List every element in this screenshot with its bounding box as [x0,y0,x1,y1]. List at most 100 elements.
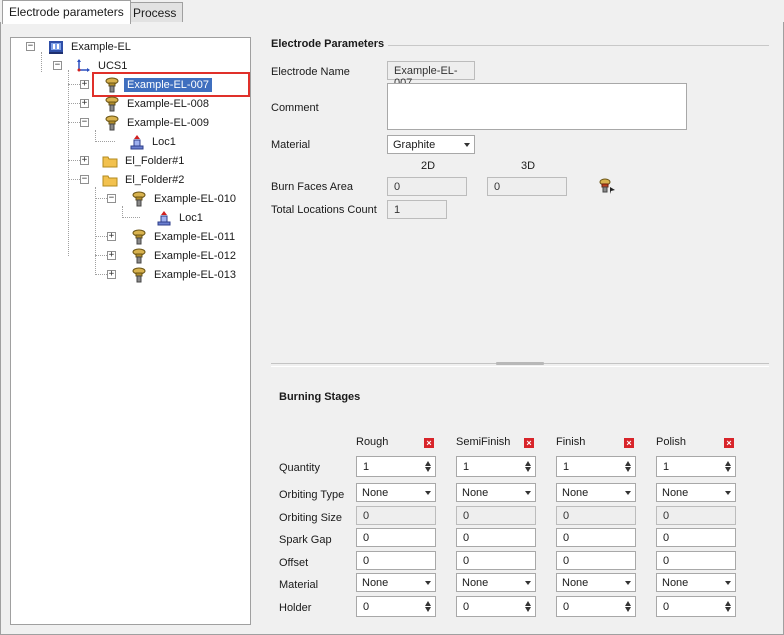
tree-item-example-el-010[interactable]: Example-EL-010 [131,190,239,208]
quantity-spinner[interactable]: 1 [356,456,436,477]
spark-gap-field[interactable]: 0 [556,528,636,547]
orbiting-size-field[interactable]: 0 [656,506,736,525]
quantity-spinner[interactable]: 1 [656,456,736,477]
location-icon [156,210,172,226]
material-select[interactable]: None [556,573,636,592]
spin-up-icon[interactable] [425,601,431,606]
spin-down-icon[interactable] [525,467,531,472]
remove-stage-icon[interactable]: × [424,438,434,448]
spin-up-icon[interactable] [525,461,531,466]
quantity-spinner[interactable]: 1 [556,456,636,477]
tree-root-label: Example-EL [71,41,131,53]
orbiting-type-label: Orbiting Type [279,489,345,501]
tree-item-label: El_Folder#2 [125,174,185,186]
tree-item-example-el-013[interactable]: Example-EL-013 [131,266,239,284]
location-icon [129,134,145,150]
quantity-spinner[interactable]: 1 [456,456,536,477]
spin-down-icon[interactable] [525,607,531,612]
electrode-icon [104,115,120,131]
tree-root[interactable]: Example-EL [48,38,134,56]
material-select[interactable]: None [356,573,436,592]
chevron-down-icon [425,491,431,495]
offset-field[interactable]: 0 [556,551,636,570]
holder-spinner[interactable]: 0 [556,596,636,617]
stage-header-finish: Finish [556,436,586,448]
spark-gap-label: Spark Gap [279,534,332,546]
expand-toggle[interactable]: + [107,232,116,241]
collapse-toggle[interactable]: − [107,194,116,203]
spin-up-icon[interactable] [425,461,431,466]
chevron-down-icon [725,491,731,495]
tree-item-example-el-008[interactable]: Example-EL-008 [104,95,212,113]
expand-toggle[interactable]: + [80,99,89,108]
spin-down-icon[interactable] [625,467,631,472]
spin-down-icon[interactable] [425,607,431,612]
remove-stage-icon[interactable]: × [724,438,734,448]
spin-up-icon[interactable] [725,601,731,606]
spark-gap-field[interactable]: 0 [456,528,536,547]
spin-down-icon[interactable] [425,467,431,472]
offset-field[interactable]: 0 [656,551,736,570]
offset-field[interactable]: 0 [456,551,536,570]
orbiting-type-select[interactable]: None [556,483,636,502]
orbiting-type-select[interactable]: None [356,483,436,502]
spin-up-icon[interactable] [625,601,631,606]
holder-spinner[interactable]: 0 [456,596,536,617]
material-select[interactable]: Graphite [387,135,475,154]
tree-item-loc1[interactable]: Loc1 [129,133,179,151]
spin-down-icon[interactable] [725,607,731,612]
tree-item-folder-1[interactable]: El_Folder#1 [102,152,187,170]
col-3d-header: 3D [521,160,536,172]
burning-stages-title: Burning Stages [279,391,365,403]
remove-stage-icon[interactable]: × [624,438,634,448]
orbiting-size-field[interactable]: 0 [356,506,436,525]
electrode-tree[interactable]: − Example-EL − UCS1 + Example-EL-007 + E… [10,37,251,625]
orbiting-size-field[interactable]: 0 [456,506,536,525]
expand-toggle[interactable]: + [107,270,116,279]
holder-spinner[interactable]: 0 [656,596,736,617]
spark-gap-field[interactable]: 0 [356,528,436,547]
orbiting-type-select[interactable]: None [656,483,736,502]
expand-toggle[interactable]: + [80,156,89,165]
tree-item-label: Example-EL-010 [154,193,236,205]
collapse-toggle[interactable]: − [80,175,89,184]
spin-up-icon[interactable] [625,461,631,466]
spin-up-icon[interactable] [525,601,531,606]
electrode-name-field[interactable]: Example-EL-007 [387,61,475,89]
material-select[interactable]: None [656,573,736,592]
tree-item-example-el-012[interactable]: Example-EL-012 [131,247,239,265]
tab-process[interactable]: Process [126,2,184,23]
tree-item-loc1[interactable]: Loc1 [156,209,206,227]
spin-down-icon[interactable] [625,607,631,612]
collapse-toggle[interactable]: − [26,42,35,51]
burn-faces-2d-field[interactable]: 0 [387,177,467,196]
tab-electrode-parameters[interactable]: Electrode parameters [2,0,131,24]
orbiting-type-select[interactable]: None [456,483,536,502]
collapse-toggle[interactable]: − [80,118,89,127]
orbiting-size-label: Orbiting Size [279,512,342,524]
tree-item-example-el-011[interactable]: Example-EL-011 [131,228,238,246]
splitter-grip[interactable] [496,362,544,365]
expand-toggle[interactable]: + [107,251,116,260]
holder-spinner[interactable]: 0 [356,596,436,617]
orbiting-type-value: None [662,487,689,499]
material-value: None [662,577,689,589]
orbiting-size-field[interactable]: 0 [556,506,636,525]
burn-faces-3d-field[interactable]: 0 [487,177,567,196]
tree-item-folder-2[interactable]: El_Folder#2 [102,171,187,189]
tree-item-example-el-009[interactable]: Example-EL-009 [104,114,212,132]
spin-up-icon[interactable] [725,461,731,466]
spin-down-icon[interactable] [725,467,731,472]
select-faces-icon[interactable] [598,178,616,194]
expand-toggle[interactable]: + [80,80,89,89]
highlight-frame [92,72,250,97]
spark-gap-field[interactable]: 0 [656,528,736,547]
material-select[interactable]: None [456,573,536,592]
total-locations-field[interactable]: 1 [387,200,447,219]
collapse-toggle[interactable]: − [53,61,62,70]
burn-faces-label: Burn Faces Area [271,181,353,193]
material-value: None [362,577,389,589]
remove-stage-icon[interactable]: × [524,438,534,448]
comment-field[interactable] [387,83,687,130]
offset-field[interactable]: 0 [356,551,436,570]
